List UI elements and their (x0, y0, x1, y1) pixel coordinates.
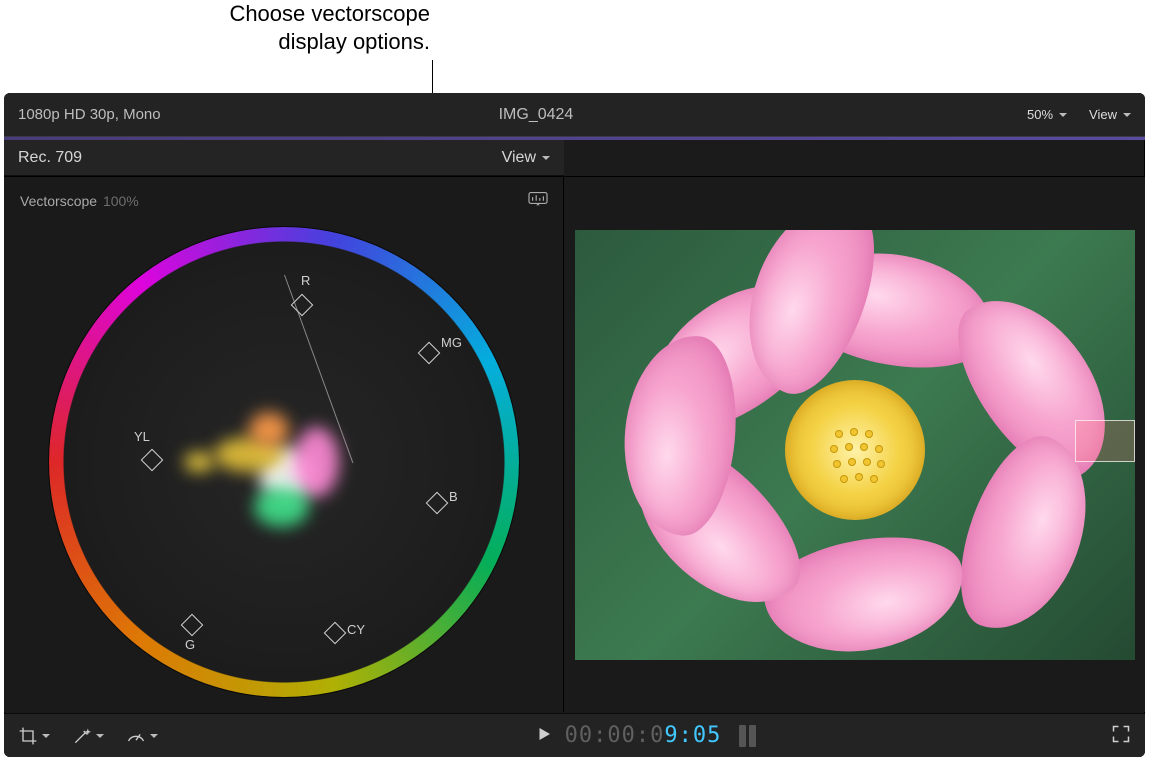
timecode-display[interactable]: 00:00:09:05 (565, 723, 722, 748)
chevron-down-icon (150, 728, 158, 743)
transport-bar: 00:00:09:05 (4, 713, 1145, 757)
crop-tool-dropdown[interactable] (18, 726, 50, 746)
target-yl-label: YL (134, 429, 150, 444)
scopes-header-bar: Rec. 709 View (4, 140, 564, 176)
format-label: 1080p HD 30p, Mono (18, 106, 161, 123)
scopes-view-label: View (502, 149, 536, 167)
chevron-down-icon (542, 149, 550, 167)
clip-name-display: IMG_0424 (489, 106, 574, 124)
vectorscope-scale-text: 100% (103, 193, 139, 209)
audio-meter[interactable] (739, 725, 756, 747)
view-label: View (1089, 107, 1117, 122)
scopes-view-dropdown[interactable]: View (502, 149, 550, 167)
timecode-dim: 00:00:0 (565, 723, 665, 748)
vectorscope-panel: Vectorscope 100% R MG (4, 177, 564, 712)
chevron-down-icon (96, 728, 104, 743)
scope-trace (294, 427, 339, 497)
preview-viewer[interactable] (564, 177, 1145, 712)
callout-line-2: display options. (278, 29, 430, 54)
target-cy-label: CY (347, 622, 365, 637)
zoom-value: 50% (1027, 107, 1053, 122)
scope-trace (184, 452, 214, 472)
fullscreen-button[interactable] (1111, 724, 1131, 747)
callout-line-1: Choose vectorscope (229, 1, 430, 26)
chevron-down-icon (1123, 107, 1131, 122)
scope-settings-button[interactable] (527, 189, 549, 210)
vectorscope-title: Vectorscope 100% (20, 193, 139, 209)
chevron-down-icon (42, 728, 50, 743)
viewer-window: 1080p HD 30p, Mono IMG_0424 50% View (4, 93, 1145, 757)
scope-trace (249, 412, 289, 447)
chevron-down-icon (1059, 107, 1067, 122)
play-button[interactable] (535, 725, 553, 746)
colorspace-label[interactable]: Rec. 709 (18, 149, 82, 167)
vectorscope-graticule[interactable]: R MG B CY G YL (49, 227, 519, 697)
callout-text: Choose vectorscope display options. (170, 0, 430, 55)
zoom-dropdown[interactable]: 50% (1027, 107, 1067, 122)
preview-canvas (575, 230, 1135, 660)
vectorscope-title-text: Vectorscope (20, 193, 97, 209)
timecode-bright: 9:05 (664, 723, 721, 748)
target-b-label: B (449, 489, 458, 504)
scope-trace (254, 487, 309, 527)
target-mg-label: MG (441, 335, 462, 350)
target-r-label: R (301, 273, 310, 288)
viewer-top-bar: 1080p HD 30p, Mono IMG_0424 50% View (4, 93, 1145, 137)
enhance-wand-dropdown[interactable] (72, 726, 104, 746)
color-sample-selection[interactable] (1075, 420, 1135, 462)
retime-gauge-dropdown[interactable] (126, 726, 158, 746)
viewer-view-dropdown[interactable]: View (1089, 107, 1131, 122)
target-g-label: G (185, 637, 195, 652)
clip-name-text: IMG_0424 (499, 106, 574, 124)
